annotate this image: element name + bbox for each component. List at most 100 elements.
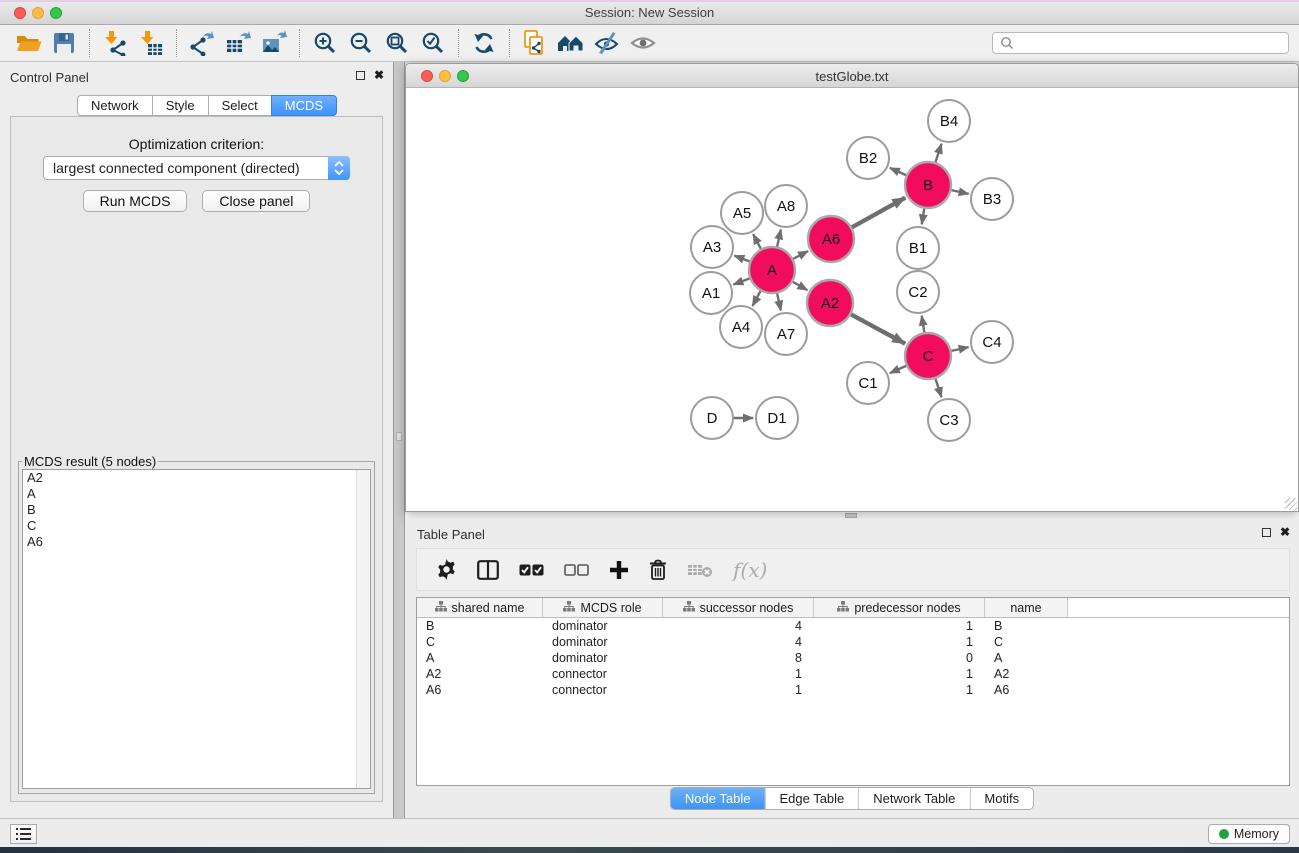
result-item[interactable]: A2: [23, 470, 370, 486]
table-cell: dominator: [543, 618, 663, 634]
graph-node-A6[interactable]: A6: [808, 216, 854, 262]
result-item[interactable]: B: [23, 502, 370, 518]
mcds-result-list[interactable]: A2ABCA6: [22, 469, 371, 789]
graph-node-A3[interactable]: A3: [691, 226, 733, 268]
graph-node-B4[interactable]: B4: [928, 100, 970, 142]
graph-node-A7[interactable]: A7: [765, 313, 807, 355]
network-from-selection-icon[interactable]: [517, 28, 553, 58]
first-neighbors-icon[interactable]: [553, 28, 589, 58]
app-window: Session: New Session: [0, 0, 1299, 853]
zoom-in-icon[interactable]: [307, 28, 343, 58]
table-cell-filler: [1068, 618, 1289, 634]
graph-node-A2[interactable]: A2: [807, 280, 853, 326]
graph-node-B3[interactable]: B3: [971, 178, 1013, 220]
result-item[interactable]: A6: [23, 534, 370, 550]
table-body: Bdominator41BCdominator41CAdominator80AA…: [417, 618, 1289, 698]
network-canvas[interactable]: A A1 A2 A3 A4 A5 A6 A7 A8 B B1 B2 B3B4 C C1 C2 C3C4 D D1: [406, 88, 1298, 511]
table-row[interactable]: A6connector11A6: [417, 682, 1289, 698]
export-table-icon[interactable]: [220, 28, 256, 58]
macos-titlebar: Session: New Session: [0, 0, 1299, 25]
graph-node-B2[interactable]: B2: [847, 137, 889, 179]
window-title: Session: New Session: [0, 5, 1299, 20]
column-header-shared-name[interactable]: shared name: [417, 598, 543, 617]
zoom-out-icon[interactable]: [343, 28, 379, 58]
table-cell-filler: [1068, 634, 1289, 650]
split-columns-icon[interactable]: [477, 560, 499, 580]
run-mcds-button[interactable]: Run MCDS: [83, 190, 188, 212]
table-row[interactable]: Cdominator41C: [417, 634, 1289, 650]
graph-node-A4[interactable]: A4: [720, 306, 762, 348]
graph-node-B[interactable]: B: [905, 162, 951, 208]
import-table-icon[interactable]: [133, 28, 169, 58]
svg-text:A1: A1: [702, 285, 720, 302]
refresh-icon[interactable]: [466, 28, 502, 58]
table-cell: A6: [985, 682, 1068, 698]
zoom-selected-icon[interactable]: [415, 28, 451, 58]
export-image-icon[interactable]: [256, 28, 292, 58]
close-panel-icon[interactable]: ✖: [374, 70, 384, 81]
graph-node-A1[interactable]: A1: [690, 272, 732, 314]
column-header-successor-nodes[interactable]: successor nodes: [663, 598, 814, 617]
svg-text:C2: C2: [908, 284, 927, 301]
column-tree-icon: [837, 601, 849, 615]
network-window-titlebar[interactable]: testGlobe.txt: [406, 64, 1298, 88]
select-all-checkboxes-icon[interactable]: [519, 564, 544, 576]
graph-node-C2[interactable]: C2: [897, 271, 939, 313]
svg-text:D: D: [707, 410, 718, 427]
vertical-splitter-handle[interactable]: [396, 432, 402, 441]
horizontal-splitter[interactable]: [405, 512, 1299, 519]
export-network-icon[interactable]: [184, 28, 220, 58]
tab-mcds[interactable]: MCDS: [271, 95, 337, 116]
graph-node-A[interactable]: A: [749, 247, 795, 293]
toolbar-search-box[interactable]: [992, 32, 1289, 54]
column-header-name[interactable]: name: [985, 598, 1068, 617]
task-history-button[interactable]: [10, 824, 37, 844]
graph-node-C4[interactable]: C4: [971, 321, 1013, 363]
graph-node-D1[interactable]: D1: [756, 397, 798, 439]
tab-edge-table[interactable]: Edge Table: [764, 788, 858, 809]
float-table-panel-icon[interactable]: [1262, 528, 1271, 537]
close-panel-button[interactable]: Close panel: [202, 190, 310, 212]
tab-select[interactable]: Select: [208, 95, 272, 116]
optimization-criterion-label: Optimization criterion:: [11, 136, 382, 152]
float-panel-icon[interactable]: [356, 71, 365, 80]
import-network-icon[interactable]: [97, 28, 133, 58]
window-resize-grip[interactable]: [1285, 498, 1297, 510]
table-row[interactable]: Adominator80A: [417, 650, 1289, 666]
vertical-splitter[interactable]: [393, 62, 405, 818]
graph-node-C[interactable]: C: [905, 333, 951, 379]
column-tree-icon: [683, 601, 695, 615]
graph-node-A8[interactable]: A8: [765, 185, 807, 227]
svg-text:B2: B2: [859, 150, 877, 167]
tab-network[interactable]: Network: [77, 95, 153, 116]
tab-style[interactable]: Style: [152, 95, 209, 116]
zoom-fit-icon[interactable]: [379, 28, 415, 58]
horizontal-splitter-handle[interactable]: [845, 513, 857, 518]
deselect-all-checkboxes-icon[interactable]: [564, 564, 589, 576]
tab-network-table[interactable]: Network Table: [858, 788, 969, 809]
table-row[interactable]: Bdominator41B: [417, 618, 1289, 634]
graph-node-C3[interactable]: C3: [928, 399, 970, 441]
save-icon[interactable]: [46, 28, 82, 58]
graph-node-B1[interactable]: B1: [897, 227, 939, 269]
open-folder-icon[interactable]: [10, 28, 46, 58]
memory-button[interactable]: Memory: [1208, 824, 1290, 844]
close-table-panel-icon[interactable]: ✖: [1280, 527, 1290, 538]
add-column-icon[interactable]: [609, 560, 629, 580]
result-item[interactable]: A: [23, 486, 370, 502]
result-item[interactable]: C: [23, 518, 370, 534]
search-input[interactable]: [1019, 35, 1281, 51]
tab-motifs[interactable]: Motifs: [969, 788, 1033, 809]
hide-selected-icon[interactable]: [589, 28, 625, 58]
graph-node-D[interactable]: D: [691, 397, 733, 439]
settings-gear-icon[interactable]: [436, 559, 457, 580]
graph-node-C1[interactable]: C1: [847, 362, 889, 404]
criterion-select[interactable]: largest connected component (directed): [43, 156, 350, 180]
graph-node-A5[interactable]: A5: [721, 192, 763, 234]
table-cell-filler: [1068, 682, 1289, 698]
table-row[interactable]: A2connector11A2: [417, 666, 1289, 682]
tab-node-table[interactable]: Node Table: [671, 788, 765, 809]
column-header-predecessor-nodes[interactable]: predecessor nodes: [814, 598, 985, 617]
column-header-MCDS-role[interactable]: MCDS role: [543, 598, 663, 617]
delete-column-trash-icon[interactable]: [649, 559, 667, 580]
